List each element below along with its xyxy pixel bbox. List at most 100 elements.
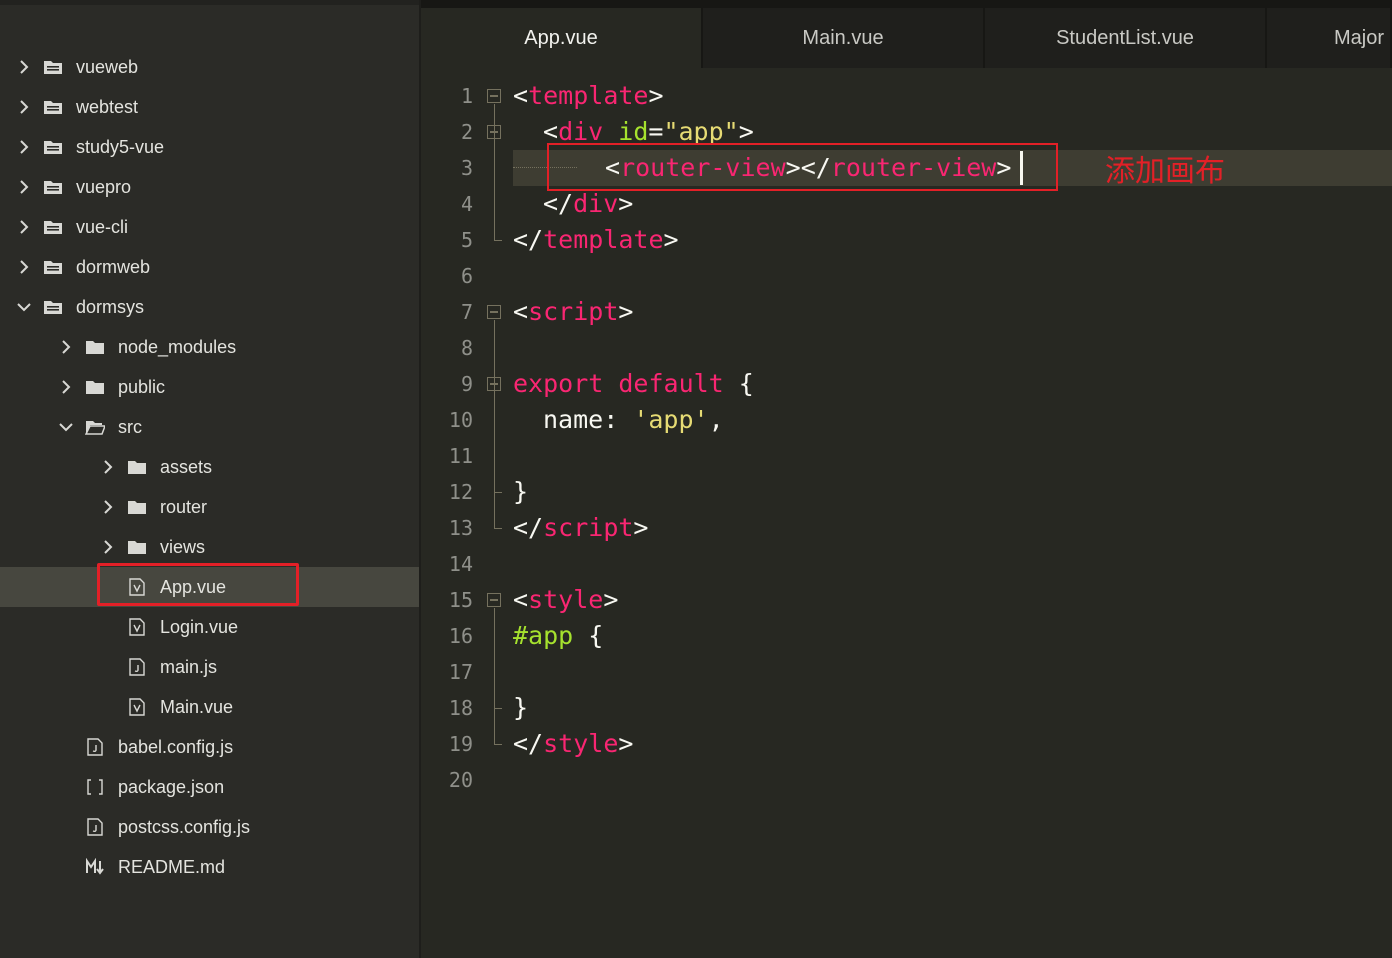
chevron-right-icon[interactable] — [96, 447, 120, 487]
code-token: > — [603, 585, 619, 614]
tree-item-public[interactable]: public — [0, 367, 419, 407]
code-token: style — [528, 585, 604, 614]
tree-item-src[interactable]: src — [0, 407, 419, 447]
tab-label: Major — [1334, 26, 1385, 49]
tree-item-dormsys[interactable]: dormsys — [0, 287, 419, 327]
fold-toggle-icon[interactable] — [487, 593, 501, 607]
code-token: name: — [543, 405, 634, 434]
folder-icon — [126, 487, 148, 527]
code-token: > — [618, 297, 634, 326]
fold-guide — [494, 320, 495, 528]
line-number: 6 — [460, 264, 473, 288]
tree-item-vueweb[interactable]: vueweb — [0, 47, 419, 87]
fold-guide-end — [494, 708, 502, 709]
fold-toggle-icon[interactable] — [487, 305, 501, 319]
tree-item-label: study5-vue — [76, 136, 165, 157]
chevron-down-icon[interactable] — [54, 407, 78, 447]
code-token: > — [648, 81, 664, 110]
code-token: </ — [543, 189, 574, 218]
folder-icon — [84, 327, 106, 367]
tree-item-login-vue[interactable]: Login.vue — [0, 607, 419, 647]
line-number: 20 — [448, 768, 473, 792]
tree-item-label: node_modules — [118, 336, 237, 357]
tree-item-package-json[interactable]: package.json — [0, 767, 419, 807]
chevron-right-icon[interactable] — [12, 207, 36, 247]
code-token: div — [558, 117, 604, 146]
code-line: } — [513, 690, 528, 726]
tree-item-vuepro[interactable]: vuepro — [0, 167, 419, 207]
code-token: } — [513, 477, 529, 506]
chevron-right-icon[interactable] — [12, 47, 36, 87]
code-line: </script> — [513, 510, 648, 546]
code-token: < — [513, 81, 529, 110]
fold-guide-end — [494, 744, 502, 745]
fold-toggle-icon[interactable] — [487, 377, 501, 391]
folder-icon — [126, 447, 148, 487]
tree-item-babel-config[interactable]: babel.config.js — [0, 727, 419, 767]
tree-item-main-js[interactable]: main.js — [0, 647, 419, 687]
tree-item-readme[interactable]: README.md — [0, 847, 419, 887]
chevron-right-icon[interactable] — [54, 367, 78, 407]
line-number: 3 — [460, 156, 473, 180]
line-number: 10 — [448, 408, 473, 432]
tab-label: StudentList.vue — [1056, 26, 1194, 49]
tree-item-label: dormsys — [76, 296, 145, 317]
tab-main-vue[interactable]: Main.vue — [703, 8, 985, 68]
tree-item-main-vue[interactable]: Main.vue — [0, 687, 419, 727]
js-file-icon — [126, 647, 148, 687]
code-token: < — [543, 117, 559, 146]
tab-app-vue[interactable]: App.vue — [421, 8, 703, 68]
line-number: 13 — [448, 516, 473, 540]
tree-item-node-modules[interactable]: node_modules — [0, 327, 419, 367]
tree-item-label: README.md — [118, 856, 226, 877]
tree-item-label: dormweb — [76, 256, 151, 277]
code-token: #app — [513, 621, 574, 650]
fold-guide-end — [494, 240, 502, 241]
folder-icon — [42, 87, 64, 127]
code-token: default — [618, 369, 724, 398]
tree-item-vue-cli[interactable]: vue-cli — [0, 207, 419, 247]
highlight-box-router-view — [547, 143, 1058, 191]
chevron-right-icon[interactable] — [54, 327, 78, 367]
chevron-right-icon[interactable] — [96, 527, 120, 567]
tree-item-router[interactable]: router — [0, 487, 419, 527]
folder-icon — [84, 367, 106, 407]
tab-label: App.vue — [524, 26, 598, 49]
tree-item-label: vueweb — [76, 56, 139, 77]
code-token: > — [663, 225, 679, 254]
tab-major[interactable]: Major — [1267, 8, 1392, 68]
code-line: export default { — [513, 366, 754, 402]
fold-toggle-icon[interactable] — [487, 125, 501, 139]
tab-studentlist-vue[interactable]: StudentList.vue — [985, 8, 1267, 68]
chevron-right-icon[interactable] — [12, 127, 36, 167]
tree-item-label: Login.vue — [160, 616, 239, 637]
tree-item-webtest[interactable]: webtest — [0, 87, 419, 127]
chevron-right-icon[interactable] — [96, 487, 120, 527]
code-token: > — [618, 729, 634, 758]
tree-item-label: public — [118, 376, 166, 397]
code-line: #app { — [513, 618, 603, 654]
tree-item-study5-vue[interactable]: study5-vue — [0, 127, 419, 167]
fold-toggle-icon[interactable] — [487, 89, 501, 103]
tree-item-assets[interactable]: assets — [0, 447, 419, 487]
chevron-right-icon[interactable] — [12, 167, 36, 207]
folder-icon — [42, 47, 64, 87]
line-number: 19 — [448, 732, 473, 756]
code-token: > — [618, 189, 634, 218]
tab-label: Main.vue — [802, 26, 884, 49]
chevron-right-icon[interactable] — [12, 87, 36, 127]
folder-icon — [42, 247, 64, 287]
code-token: 'app' — [633, 405, 709, 434]
highlight-box-app-vue — [97, 563, 299, 606]
code-token: = — [648, 117, 664, 146]
vue-file-icon — [126, 687, 148, 727]
file-explorer-sidebar: vueweb webtest study5-vue vuepro vue-cli… — [0, 0, 421, 958]
line-number: 4 — [460, 192, 473, 216]
tree-item-views[interactable]: views — [0, 527, 419, 567]
chevron-down-icon[interactable] — [12, 287, 36, 327]
tree-item-postcss-config[interactable]: postcss.config.js — [0, 807, 419, 847]
tree-item-dormweb[interactable]: dormweb — [0, 247, 419, 287]
line-number: 8 — [460, 336, 473, 360]
chevron-right-icon[interactable] — [12, 247, 36, 287]
